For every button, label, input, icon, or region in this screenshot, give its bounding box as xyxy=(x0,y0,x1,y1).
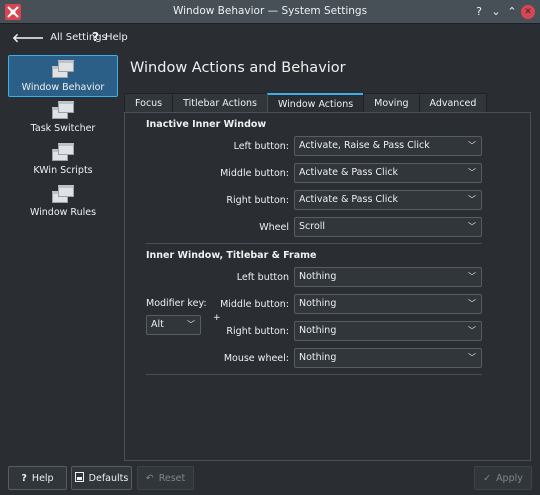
chevron-down-icon: ﹀ xyxy=(468,222,476,231)
left-button-label: Left button: xyxy=(233,141,289,152)
frame-middle-button-select[interactable]: Nothing ﹀ xyxy=(294,294,482,314)
top-toolbar: 🡐 All Settings ? Help xyxy=(0,24,540,48)
checkmark-icon: ✓ xyxy=(483,472,492,484)
help-button[interactable]: ? Help xyxy=(8,466,67,490)
apply-button-label: Apply xyxy=(496,472,523,484)
defaults-button[interactable]: Defaults xyxy=(71,466,132,490)
right-button-label: Right button: xyxy=(226,195,289,206)
windows-icon xyxy=(52,185,74,205)
chevron-down-icon: ﹀ xyxy=(468,141,476,150)
help-button-label: Help xyxy=(31,472,54,484)
frame-mouse-wheel-select[interactable]: Nothing ﹀ xyxy=(294,348,482,368)
inactive-right-button-select[interactable]: Activate & Pass Click ﹀ xyxy=(294,190,482,210)
middle-button-label: Middle button: xyxy=(220,299,289,310)
frame-right-button-select[interactable]: Nothing ﹀ xyxy=(294,321,482,341)
sidebar-item-kwin-scripts[interactable]: KWin Scripts xyxy=(8,139,118,181)
chevron-down-icon: ﹀ xyxy=(468,353,476,362)
tab-bar: Focus Titlebar Actions Window Actions Mo… xyxy=(124,93,488,114)
inactive-wheel-select[interactable]: Scroll ﹀ xyxy=(294,217,482,237)
reset-button-label: Reset xyxy=(158,472,186,484)
select-value: Nothing xyxy=(299,298,337,309)
windows-icon xyxy=(52,60,74,80)
tab-advanced[interactable]: Advanced xyxy=(418,93,488,113)
apply-button[interactable]: ✓ Apply xyxy=(474,466,532,490)
group-title-inner-window-titlebar-frame: Inner Window, Titlebar & Frame xyxy=(146,250,317,261)
maximize-icon[interactable]: ⌃ xyxy=(503,3,521,21)
left-button-label: Left button xyxy=(236,272,289,283)
chevron-down-icon: ﹀ xyxy=(468,326,476,335)
chevron-down-icon: ﹀ xyxy=(187,320,195,329)
sidebar-item-label: KWin Scripts xyxy=(33,165,93,176)
inactive-left-button-select[interactable]: Activate, Raise & Pass Click ﹀ xyxy=(294,136,482,156)
sidebar-item-label: Task Switcher xyxy=(30,123,96,134)
reset-button[interactable]: ↶ Reset xyxy=(137,466,194,490)
select-value: Activate & Pass Click xyxy=(299,167,399,178)
plus-sign: + xyxy=(213,313,221,323)
divider xyxy=(146,243,482,244)
title-bar: Window Behavior — System Settings ? ⌄ ⌃ … xyxy=(0,0,540,24)
sidebar-item-label: Window Rules xyxy=(29,207,97,218)
help-label: Help xyxy=(104,31,128,43)
select-value: Alt xyxy=(151,319,164,330)
windows-icon xyxy=(52,143,74,163)
window-title: Window Behavior — System Settings xyxy=(172,5,368,17)
windows-icon xyxy=(52,101,74,121)
select-value: Scroll xyxy=(299,221,326,232)
middle-button-label: Middle button: xyxy=(220,168,289,179)
select-value: Nothing xyxy=(299,271,337,282)
inactive-middle-button-select[interactable]: Activate & Pass Click ﹀ xyxy=(294,163,482,183)
wheel-label: Wheel xyxy=(259,222,289,233)
select-value: Activate & Pass Click xyxy=(299,194,399,205)
sidebar-item-window-behavior[interactable]: Window Behavior xyxy=(8,55,118,97)
group-title-inactive-inner-window: Inactive Inner Window xyxy=(146,119,267,130)
chevron-down-icon: ﹀ xyxy=(468,195,476,204)
modifier-key-label: Modifier key: xyxy=(146,298,207,309)
tab-focus[interactable]: Focus xyxy=(124,93,174,113)
modifier-key-select[interactable]: Alt ﹀ xyxy=(146,315,201,335)
tab-titlebar-actions[interactable]: Titlebar Actions xyxy=(172,93,268,113)
defaults-button-label: Defaults xyxy=(88,472,129,484)
question-icon: ? xyxy=(21,472,27,484)
arrow-left-icon: 🡐 xyxy=(12,30,45,45)
chevron-down-icon: ﹀ xyxy=(468,168,476,177)
chevron-down-icon: ﹀ xyxy=(468,272,476,281)
tab-moving[interactable]: Moving xyxy=(363,93,420,113)
help-question-icon[interactable]: ? xyxy=(470,3,488,21)
divider xyxy=(146,374,482,375)
frame-left-button-select[interactable]: Nothing ﹀ xyxy=(294,267,482,287)
sidebar-item-window-rules[interactable]: Window Rules xyxy=(8,181,118,223)
chevron-down-icon: ﹀ xyxy=(468,299,476,308)
select-value: Activate, Raise & Pass Click xyxy=(299,140,430,151)
close-icon[interactable]: ✕ xyxy=(521,5,535,19)
mouse-wheel-label: Mouse wheel: xyxy=(223,353,289,364)
help-button[interactable]: ? Help xyxy=(92,28,128,46)
question-icon: ? xyxy=(92,30,99,44)
right-button-label: Right button: xyxy=(226,326,289,337)
sidebar-item-task-switcher[interactable]: Task Switcher xyxy=(8,97,118,139)
select-value: Nothing xyxy=(299,325,337,336)
select-value: Nothing xyxy=(299,352,337,363)
sidebar: Window Behavior Task Switcher KWin Scrip… xyxy=(8,55,118,223)
tab-window-actions[interactable]: Window Actions xyxy=(266,93,365,114)
defaults-icon xyxy=(74,471,84,485)
page-title: Window Actions and Behavior xyxy=(130,60,346,76)
sidebar-item-label: Window Behavior xyxy=(21,82,105,93)
reset-icon: ↶ xyxy=(145,472,154,484)
